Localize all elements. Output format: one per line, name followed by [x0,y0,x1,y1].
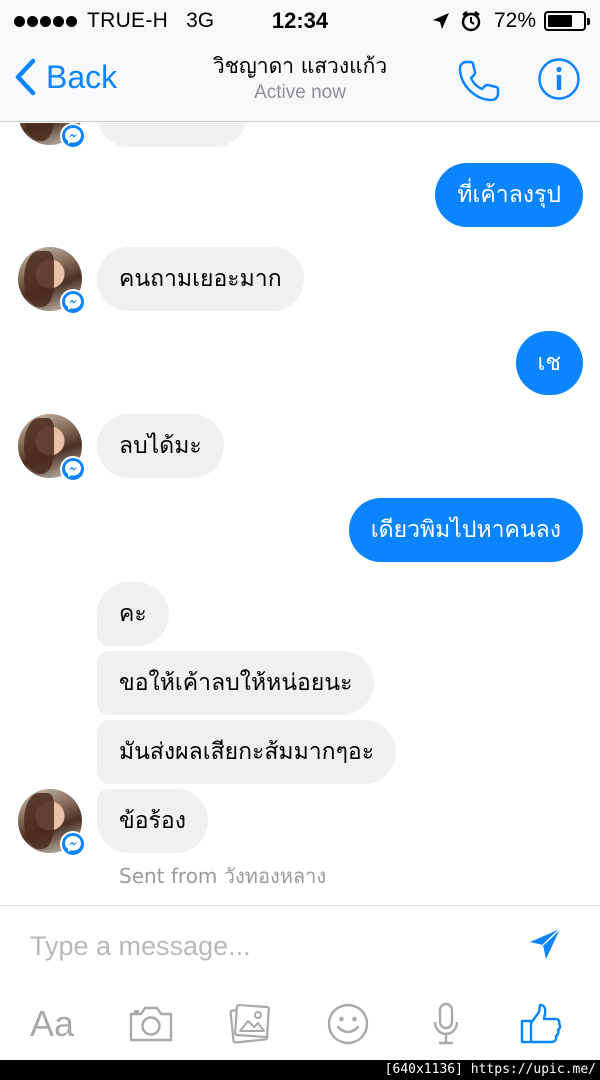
avatar[interactable] [18,123,86,149]
composer-toolbar: Aa [0,994,600,1054]
nav-bar: Back วิชญาดา แสวงแก้ว Active now [0,40,600,122]
message-bubble[interactable]: ข้อร้อง [97,789,208,853]
message-bubble[interactable]: คะ [97,582,169,646]
voice-record-button[interactable] [428,994,464,1054]
photo-gallery-icon [229,1003,270,1044]
messenger-badge-icon [60,456,86,482]
message-list[interactable]: ที่เค้าลงรุป คนถามเยอะมาก เช ลบได้มะ เดี… [0,123,600,905]
message-bubble[interactable]: ที่เค้าลงรุป [435,163,583,227]
active-status: Active now [254,82,346,103]
conversation-title[interactable]: วิชญาดา แสวงแก้ว [0,50,600,83]
like-button[interactable] [516,994,566,1054]
image-caption: [640x1136] https://upic.me/ [384,1062,596,1077]
info-button[interactable] [537,57,581,105]
phone-icon [458,60,500,102]
location-arrow-icon [432,13,449,29]
message-bubble[interactable]: เช [515,331,583,395]
battery-icon [544,11,590,31]
message-input[interactable] [30,924,500,968]
battery-tip [587,18,590,25]
composer: Aa [0,905,600,1060]
text-format-button[interactable]: Aa [24,994,80,1054]
info-icon [538,58,580,100]
avatar[interactable] [18,414,86,482]
alarm-icon [461,11,481,32]
message-bubble[interactable]: ลบได้มะ [97,414,224,478]
status-right: 72% [432,9,590,33]
battery-fill [548,15,573,27]
battery-percent: 72% [493,9,536,32]
camera-icon [129,1006,173,1042]
caption-strip: [640x1136] https://upic.me/ [0,1060,600,1080]
message-bubble[interactable]: ขอให้เค้าลบให้หน่อยนะ [97,651,375,715]
messenger-badge-icon [60,289,86,315]
message-bubble[interactable]: เดียวพิมไปหาคนลง [348,498,583,562]
call-button[interactable] [456,58,502,108]
camera-button[interactable] [124,994,178,1054]
microphone-icon [433,1002,459,1045]
send-arrow-icon [530,928,561,959]
messenger-badge-icon [60,831,86,857]
sent-from-location: Sent from วังทองหลาง [119,860,326,892]
emoji-icon [327,1003,369,1045]
message-bubble-cutoff[interactable] [97,123,247,147]
photo-gallery-button[interactable] [226,994,274,1054]
messenger-screen: TRUE-H 3G 12:34 72% Back วิชญาดา แสวงแก้… [0,0,600,1080]
message-bubble[interactable]: คนถามเยอะมาก [97,247,304,311]
sent-from-prefix: Sent from [119,864,218,888]
message-bubble[interactable]: มันส่งผลเสียกะส้มมากๆอะ [97,720,397,784]
thumbs-up-icon [520,1003,562,1044]
emoji-button[interactable] [324,994,372,1054]
avatar[interactable] [18,247,86,315]
messenger-badge-icon [60,123,86,149]
sent-from-place: วังทองหลาง [223,864,327,888]
send-button[interactable] [527,926,563,966]
status-bar: TRUE-H 3G 12:34 72% [0,0,600,40]
avatar[interactable] [18,789,86,857]
